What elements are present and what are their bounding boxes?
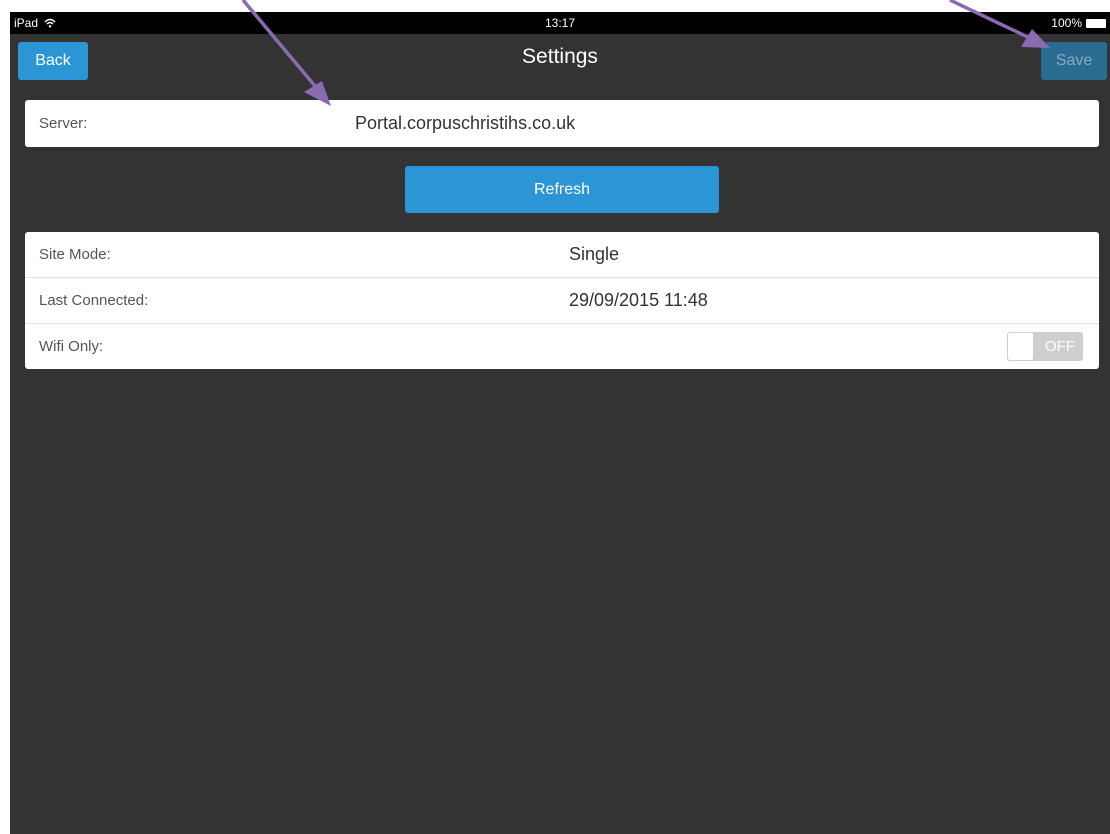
- status-battery: 100%: [1051, 16, 1106, 30]
- site-mode-label: Site Mode:: [39, 246, 111, 263]
- last-connected-row: Last Connected: 29/09/2015 11:48: [25, 278, 1099, 324]
- refresh-button[interactable]: Refresh: [405, 166, 719, 213]
- toggle-state-text: OFF: [1045, 338, 1075, 355]
- battery-icon: [1086, 18, 1106, 28]
- site-mode-value: Single: [569, 244, 620, 264]
- server-label: Server:: [39, 115, 88, 132]
- toggle-knob: [1008, 333, 1033, 360]
- last-connected-value: 29/09/2015 11:48: [569, 290, 708, 310]
- status-time: 13:17: [544, 16, 576, 30]
- last-connected-label: Last Connected:: [39, 292, 149, 309]
- wifi-only-row: Wifi Only: OFF: [25, 324, 1099, 369]
- battery-percent: 100%: [1051, 16, 1082, 30]
- status-bar: iPad 13:17 100%: [10, 12, 1110, 34]
- wifi-only-toggle[interactable]: OFF: [1007, 332, 1083, 361]
- navigation-bar: Back Settings Save: [10, 34, 1110, 84]
- wifi-only-label: Wifi Only:: [39, 338, 104, 355]
- ipad-screen: iPad 13:17 100% Back Settings Save Serve…: [10, 12, 1110, 834]
- server-field-row[interactable]: Server: Portal.corpuschristihs.co.uk: [25, 100, 1099, 147]
- server-input[interactable]: Portal.corpuschristihs.co.uk: [355, 113, 575, 134]
- site-mode-row: Site Mode: Single: [25, 232, 1099, 278]
- settings-info-list: Site Mode: Single Last Connected: 29/09/…: [25, 232, 1099, 369]
- save-button[interactable]: Save: [1041, 42, 1107, 80]
- page-title: Settings: [522, 45, 598, 68]
